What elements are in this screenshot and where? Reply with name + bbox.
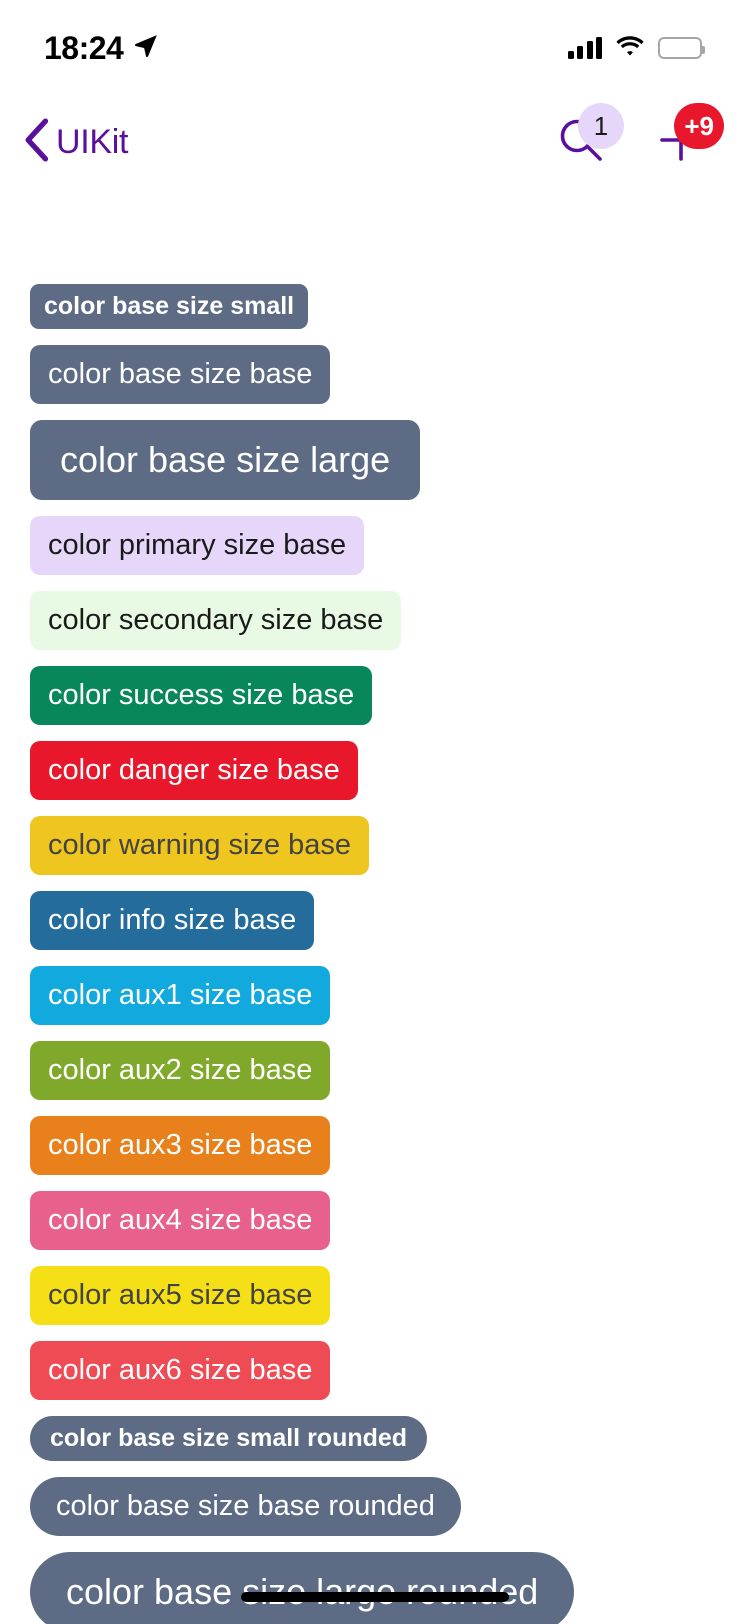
badge-item: color base size large [30,420,421,500]
battery-full-icon [658,37,705,59]
badge-item: color base size large rounded [30,1552,575,1624]
badge-item: color base size base [30,345,331,404]
search-badge-count: 1 [578,103,624,149]
badge-item: color base size base rounded [30,1477,461,1536]
badge-item: color warning size base [30,816,370,875]
badge-item: color aux3 size base [30,1116,331,1175]
badge-item: color info size base [30,891,315,950]
status-bar-left: 18:24 [44,30,159,67]
badge-list: color base size small color base size bas… [0,188,750,1624]
navigation-bar: UIKit 1 +9 [0,96,750,188]
chevron-left-icon [22,117,50,167]
nav-actions: 1 +9 [552,103,724,171]
status-bar-right [567,35,705,62]
add-badge-count: +9 [674,103,724,149]
badge-item: color aux1 size base [30,966,331,1025]
badge-item: color danger size base [30,741,358,800]
search-button[interactable]: 1 [552,103,624,171]
badge-item: color aux5 size base [30,1266,331,1325]
badge-item: color primary size base [30,516,365,575]
status-bar-clock: 18:24 [44,29,124,66]
add-button[interactable]: +9 [652,103,724,171]
badge-item: color aux2 size base [30,1041,331,1100]
nav-back-button[interactable]: UIKit [22,117,129,167]
location-arrow-icon [133,33,159,64]
badge-item: color base size small rounded [30,1416,428,1461]
home-indicator [241,1592,509,1602]
badge-item: color aux6 size base [30,1341,331,1400]
badge-item: color secondary size base [30,591,402,650]
status-bar: 18:24 [0,0,750,96]
nav-back-label: UIKit [56,122,129,161]
cellular-signal-icon [567,37,602,59]
badge-item: color success size base [30,666,373,725]
wifi-icon [615,35,645,62]
badge-item: color base size small [30,284,309,329]
badge-item: color aux4 size base [30,1191,331,1250]
